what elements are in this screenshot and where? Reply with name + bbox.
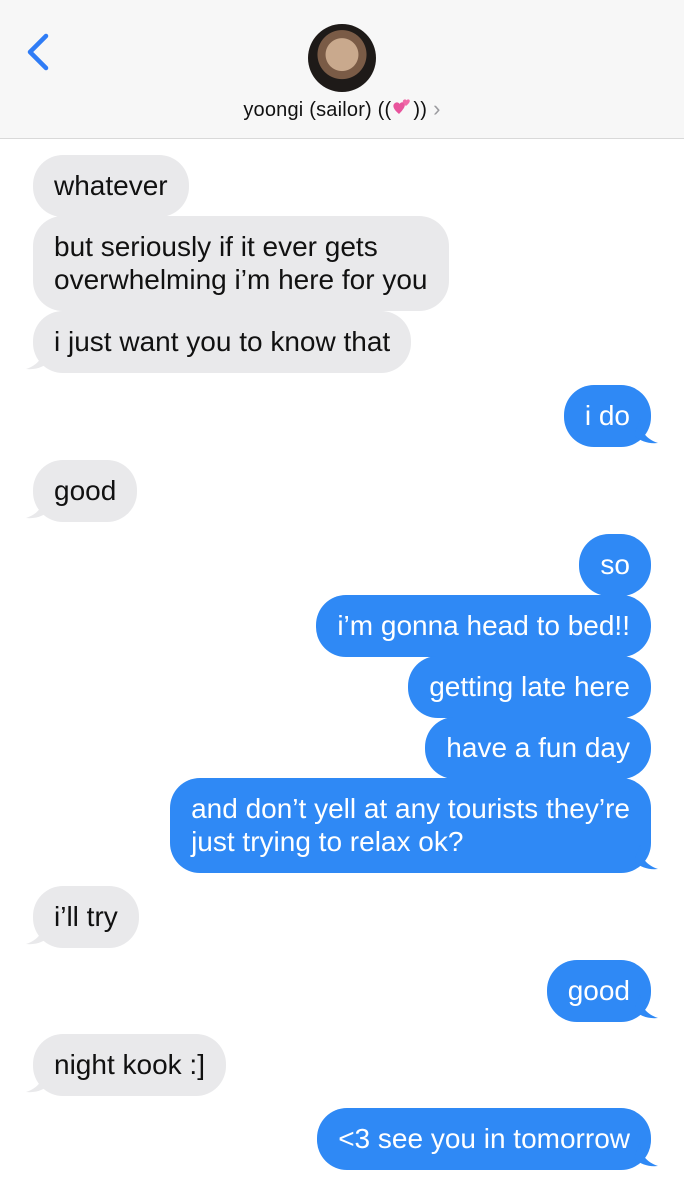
message-text: good bbox=[54, 475, 117, 506]
back-button[interactable] bbox=[22, 30, 56, 74]
bubble-tail-icon bbox=[26, 345, 50, 370]
bubble-tail-icon bbox=[634, 994, 658, 1019]
contact-name-end: )) bbox=[413, 99, 428, 121]
message-text: i do bbox=[584, 400, 630, 431]
message-text: i’m gonna head to bed!! bbox=[337, 610, 630, 641]
message-text-line: overwhelming i’m here for you bbox=[54, 264, 428, 295]
message-text: whatever bbox=[54, 170, 168, 201]
message-text: <3 see you in tomorrow bbox=[338, 1123, 630, 1154]
contact-avatar[interactable] bbox=[308, 24, 376, 92]
message-bubble-incoming[interactable]: but seriously if it ever gets overwhelmi… bbox=[33, 216, 449, 311]
bubble-tail-icon bbox=[634, 845, 658, 870]
contact-name-button[interactable]: yoongi (sailor) (()) › bbox=[0, 96, 684, 124]
message-text: i just want you to know that bbox=[54, 326, 391, 357]
chevron-right-icon: › bbox=[433, 96, 441, 121]
message-bubble-outgoing[interactable]: <3 see you in tomorrow bbox=[317, 1108, 651, 1170]
message-text: good bbox=[567, 975, 630, 1006]
message-bubble-incoming[interactable]: night kook :] bbox=[33, 1034, 226, 1096]
message-bubble-incoming[interactable]: i just want you to know that bbox=[33, 311, 412, 373]
message-text: night kook :] bbox=[54, 1049, 205, 1080]
message-bubble-incoming[interactable]: whatever bbox=[33, 155, 189, 217]
bubble-tail-icon bbox=[26, 920, 50, 945]
bubble-tail-icon bbox=[26, 494, 50, 519]
message-text-line: but seriously if it ever gets bbox=[54, 231, 378, 262]
bubble-tail-icon bbox=[634, 1142, 658, 1167]
message-text: i’ll try bbox=[54, 901, 118, 932]
message-bubble-outgoing[interactable]: have a fun day bbox=[425, 717, 651, 779]
contact-name: yoongi (sailor) (( bbox=[243, 99, 392, 121]
bubble-tail-icon bbox=[634, 419, 658, 444]
message-bubble-outgoing[interactable]: i’m gonna head to bed!! bbox=[316, 595, 651, 657]
conversation-header: yoongi (sailor) (()) › bbox=[0, 0, 684, 139]
message-text: getting late here bbox=[429, 671, 630, 702]
message-text: so bbox=[600, 549, 630, 580]
chevron-left-icon bbox=[27, 33, 49, 71]
message-text-line: and don’t yell at any tourists they’re bbox=[191, 793, 630, 824]
message-bubble-outgoing[interactable]: so bbox=[579, 534, 651, 596]
message-text-line: just trying to relax ok? bbox=[191, 826, 464, 857]
message-text: have a fun day bbox=[446, 732, 630, 763]
message-bubble-outgoing[interactable]: and don’t yell at any tourists they’re j… bbox=[170, 778, 651, 873]
message-bubble-outgoing[interactable]: getting late here bbox=[408, 656, 651, 718]
two-hearts-icon bbox=[391, 96, 413, 124]
bubble-tail-icon bbox=[26, 1068, 50, 1093]
